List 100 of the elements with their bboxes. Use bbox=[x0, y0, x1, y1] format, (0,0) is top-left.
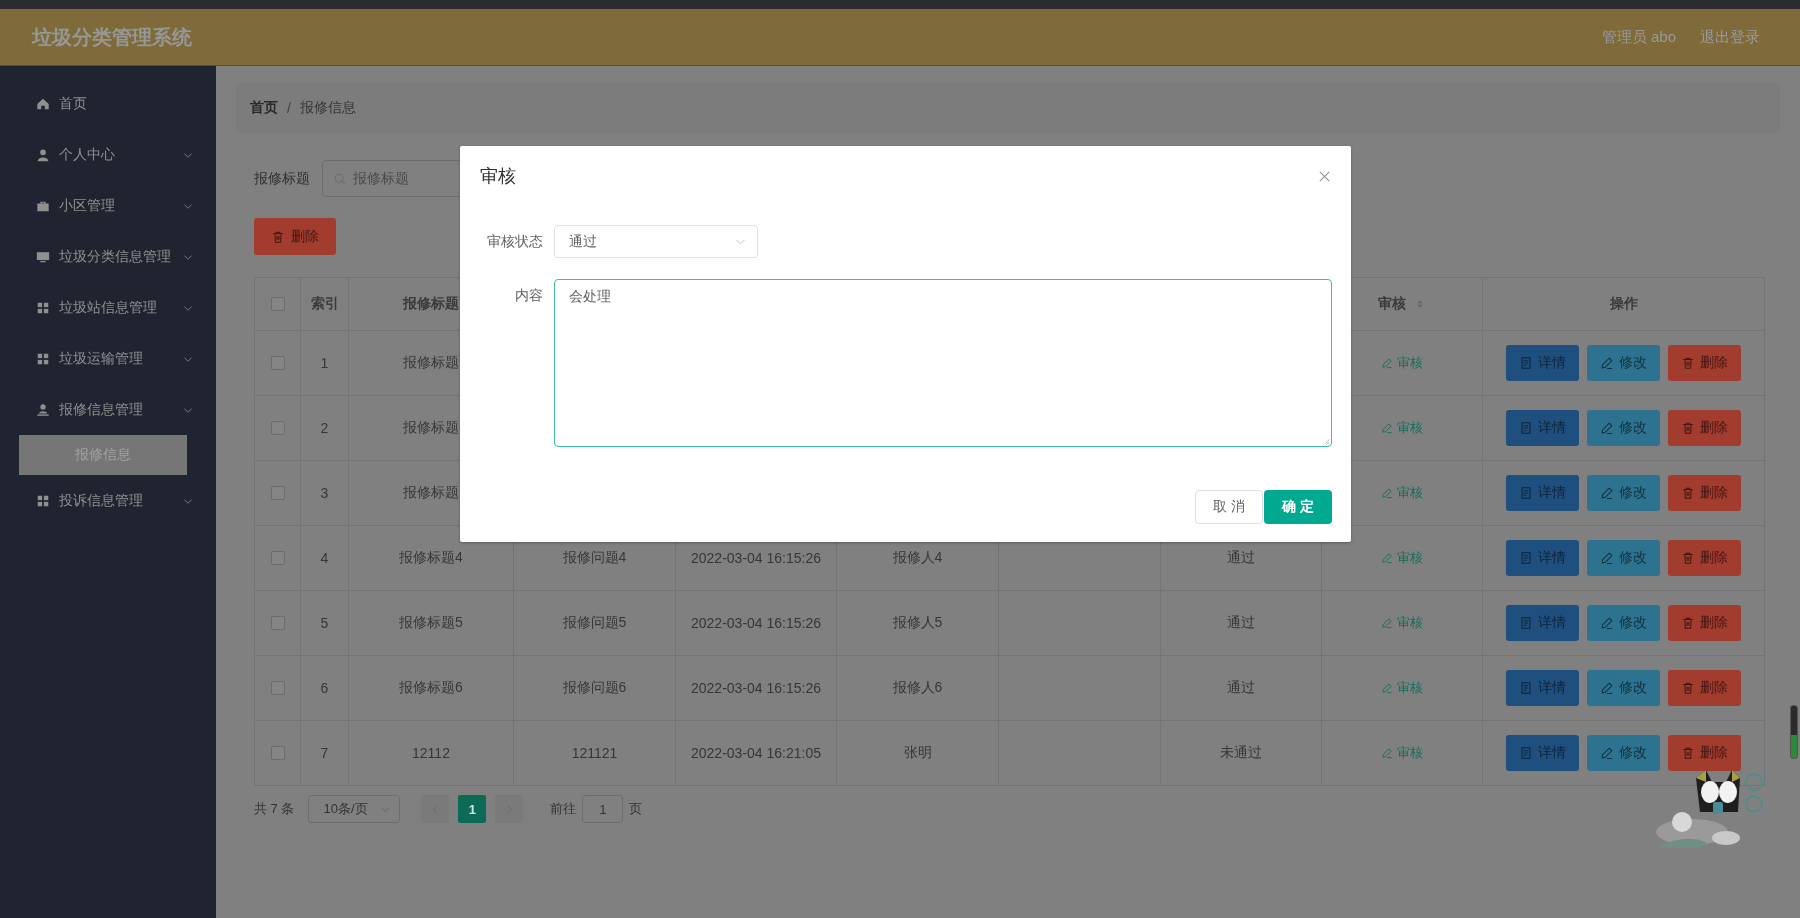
table-cell: 报修标题4 bbox=[399, 549, 463, 567]
review-link[interactable]: 审核 bbox=[1381, 484, 1423, 502]
delete-button[interactable]: 删除 bbox=[1668, 410, 1741, 446]
trash-icon bbox=[1681, 421, 1695, 435]
pencil-icon bbox=[1600, 356, 1614, 370]
table-cell: 2022-03-04 16:15:26 bbox=[691, 615, 821, 631]
table-cell: 通过 bbox=[1227, 549, 1255, 567]
dialog-title: 审核 bbox=[480, 165, 516, 188]
pencil-icon bbox=[1381, 617, 1393, 629]
trash-icon bbox=[271, 229, 285, 244]
detail-button[interactable]: 详情 bbox=[1506, 670, 1579, 706]
breadcrumb-link[interactable]: 首页 bbox=[250, 99, 278, 117]
edit-button[interactable]: 修改 bbox=[1587, 345, 1660, 381]
checkbox[interactable] bbox=[270, 297, 285, 311]
pencil-icon bbox=[1600, 616, 1614, 630]
page-size-select[interactable]: 10条/页 bbox=[308, 795, 401, 823]
checkbox[interactable] bbox=[270, 616, 285, 630]
checkbox[interactable] bbox=[270, 746, 285, 760]
content-field[interactable]: 会处理 bbox=[554, 279, 1332, 447]
page-suffix: 页 bbox=[629, 800, 643, 818]
table-cell: 报修标题5 bbox=[399, 614, 463, 632]
resize-handle-icon bbox=[1321, 436, 1330, 445]
review-link[interactable]: 审核 bbox=[1381, 744, 1423, 762]
menu-item[interactable]: 垃圾分类信息管理 bbox=[0, 231, 216, 282]
pencil-icon bbox=[1600, 746, 1614, 760]
delete-button[interactable]: 删除 bbox=[254, 218, 336, 255]
table-cell: 6 bbox=[320, 680, 329, 696]
menu-item[interactable]: 小区管理 bbox=[0, 180, 216, 231]
pencil-icon bbox=[1600, 551, 1614, 565]
menu-item[interactable]: 个人中心 bbox=[0, 129, 216, 180]
page-number[interactable]: 1 bbox=[458, 795, 487, 823]
edit-button[interactable]: 修改 bbox=[1587, 540, 1660, 576]
edit-button[interactable]: 修改 bbox=[1587, 475, 1660, 511]
edit-button[interactable]: 修改 bbox=[1587, 735, 1660, 771]
menu-item[interactable]: 垃圾站信息管理 bbox=[0, 282, 216, 333]
menu-item[interactable]: 投诉信息管理 bbox=[0, 475, 216, 526]
pencil-icon bbox=[1381, 552, 1393, 564]
menu-item[interactable]: 首页 bbox=[0, 78, 216, 129]
detail-button[interactable]: 详情 bbox=[1506, 605, 1579, 641]
review-link[interactable]: 审核 bbox=[1381, 419, 1423, 437]
detail-button[interactable]: 详情 bbox=[1506, 410, 1579, 446]
review-link[interactable]: 审核 bbox=[1381, 354, 1423, 372]
grid-icon bbox=[36, 493, 50, 508]
review-link[interactable]: 审核 bbox=[1381, 549, 1423, 567]
edit-button[interactable]: 修改 bbox=[1587, 605, 1660, 641]
level-meter-icon bbox=[1790, 705, 1798, 759]
grid-icon bbox=[36, 351, 50, 366]
table-cell: 5 bbox=[320, 615, 329, 631]
pencil-icon bbox=[1381, 747, 1393, 759]
delete-button[interactable]: 删除 bbox=[1668, 670, 1741, 706]
monitor-icon bbox=[36, 249, 50, 264]
trash-icon bbox=[1681, 551, 1695, 565]
checkbox[interactable] bbox=[270, 551, 285, 565]
document-icon bbox=[1519, 746, 1533, 760]
table-cell: 12112 bbox=[412, 745, 450, 761]
review-link[interactable]: 审核 bbox=[1381, 679, 1423, 697]
table-cell: 3 bbox=[320, 485, 329, 501]
table-cell: 4 bbox=[320, 550, 329, 566]
pencil-icon bbox=[1381, 487, 1393, 499]
delete-button[interactable]: 删除 bbox=[1668, 735, 1741, 771]
document-icon bbox=[1519, 486, 1533, 500]
delete-button[interactable]: 删除 bbox=[1668, 475, 1741, 511]
logout-link[interactable]: 退出登录 bbox=[1700, 27, 1760, 47]
user-name: 管理员 abo bbox=[1601, 27, 1676, 47]
checkbox[interactable] bbox=[270, 356, 285, 370]
page-input[interactable]: 1 bbox=[582, 795, 624, 823]
detail-button[interactable]: 详情 bbox=[1506, 475, 1579, 511]
goto-label: 前往 bbox=[550, 800, 577, 818]
cancel-button[interactable]: 取消 bbox=[1195, 490, 1263, 524]
confirm-button[interactable]: 确定 bbox=[1264, 490, 1332, 524]
delete-button[interactable]: 删除 bbox=[1668, 345, 1741, 381]
delete-button[interactable]: 删除 bbox=[1668, 605, 1741, 641]
checkbox[interactable] bbox=[270, 681, 285, 695]
pencil-icon bbox=[1600, 681, 1614, 695]
checkbox[interactable] bbox=[270, 421, 285, 435]
edit-button[interactable]: 修改 bbox=[1587, 670, 1660, 706]
total-count: 共 7 条 bbox=[254, 800, 295, 818]
person-icon bbox=[36, 402, 50, 417]
table-cell: 2022-03-04 16:15:26 bbox=[691, 550, 821, 566]
review-link[interactable]: 审核 bbox=[1381, 614, 1423, 632]
menu-item[interactable]: 报修信息管理 bbox=[0, 384, 216, 435]
detail-button[interactable]: 详情 bbox=[1506, 345, 1579, 381]
table-cell: 报修问题4 bbox=[562, 549, 627, 567]
table-cell: 通过 bbox=[1227, 614, 1255, 632]
column-header: 操作 bbox=[1609, 295, 1638, 313]
trash-icon bbox=[1681, 746, 1695, 760]
edit-button[interactable]: 修改 bbox=[1587, 410, 1660, 446]
trash-icon bbox=[1681, 616, 1695, 630]
pencil-icon bbox=[1381, 357, 1393, 369]
delete-button[interactable]: 删除 bbox=[1668, 540, 1741, 576]
menu-item[interactable]: 垃圾运输管理 bbox=[0, 333, 216, 384]
app-title: 垃圾分类管理系统 bbox=[32, 24, 192, 50]
document-icon bbox=[1519, 681, 1533, 695]
detail-button[interactable]: 详情 bbox=[1506, 735, 1579, 771]
status-select[interactable]: 通过 bbox=[554, 225, 758, 258]
table-cell: 1 bbox=[320, 355, 329, 371]
column-header: 报修标题 bbox=[403, 295, 459, 313]
checkbox[interactable] bbox=[270, 486, 285, 500]
detail-button[interactable]: 详情 bbox=[1506, 540, 1579, 576]
trash-icon bbox=[1681, 356, 1695, 370]
